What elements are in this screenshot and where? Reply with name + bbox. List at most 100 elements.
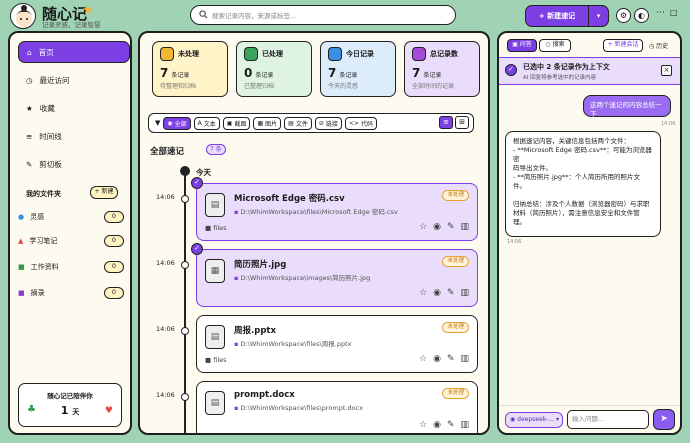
nav-home[interactable]: ⌂ 首页 [18, 41, 130, 63]
star-outline-icon[interactable]: ☆ [419, 420, 427, 430]
app-logo [10, 3, 36, 29]
chevron-down-icon: ▾ [555, 416, 559, 423]
filter-1[interactable]: A 文本 [193, 116, 220, 130]
eye-icon[interactable]: ◉ [433, 420, 441, 430]
nav-clipboard[interactable]: ✎ 剪切板 [18, 153, 130, 175]
file-icon: ▤ [205, 193, 225, 217]
new-record-label: + 新建速记 [538, 12, 576, 20]
send-button[interactable]: ➤ [653, 409, 675, 430]
eye-icon[interactable]: ◉ [433, 354, 441, 364]
record-card[interactable]: ▤ prompt.docx ▪ D:\WhimWorkspace\files\p… [196, 381, 478, 433]
edit-icon[interactable]: ✎ [447, 222, 455, 232]
ai-message-line [513, 191, 653, 200]
record-card[interactable]: ▤ Microsoft Edge 密码.csv ▪ D:\WhimWorkspa… [196, 183, 478, 241]
stat-subtitle: 待整理和归档 [160, 83, 197, 90]
filter-label: 文件 [295, 120, 308, 128]
chat-input[interactable]: 输入问题... [567, 410, 649, 429]
sidebar: ⌂ 首页 ◷ 最近访问 ★ 收藏 ≡ 时间线 ✎ 剪切板 我的文件夹 + 新建 ● 灵感 0 … [8, 31, 132, 435]
eye-icon[interactable]: ◉ [433, 288, 441, 298]
save-icon: ■ [18, 289, 25, 297]
stat-title: 未处理 [178, 50, 199, 58]
trash-icon[interactable]: ▥ [460, 288, 469, 298]
status-badge: 未处理 [442, 190, 469, 201]
selected-check-icon[interactable]: ✓ [191, 177, 203, 189]
trash-icon[interactable]: ▥ [460, 222, 469, 232]
folder-inspiration[interactable]: ● 灵感 0 [18, 209, 124, 225]
folder-label: 灵感 [30, 213, 45, 221]
filter-5[interactable]: ⊘ 链接 [314, 116, 342, 130]
tab-ask[interactable]: ▣ 问答 [507, 39, 537, 52]
stat-icon [412, 47, 426, 61]
filter-3[interactable]: ▦ 图片 [253, 116, 282, 130]
stat-subtitle: 已整理归档 [244, 83, 275, 90]
record-time: 14:06 [156, 325, 175, 333]
nav-favorites[interactable]: ★ 收藏 [18, 97, 130, 119]
maximize-icon[interactable]: □ [670, 8, 678, 17]
record-name: 简历照片.jpg [234, 260, 287, 270]
folder-excerpt[interactable]: ■ 摘录 0 [18, 285, 124, 301]
edit-icon[interactable]: ✎ [447, 420, 455, 430]
image-icon: ▦ [257, 119, 264, 127]
status-badge: 未处理 [442, 388, 469, 399]
folder-work[interactable]: ■ 工作资料 0 [18, 259, 124, 275]
stat-card[interactable]: 今日记录 7 条记录 今天的灵感 [320, 41, 396, 97]
star-icon: ★ [82, 3, 94, 18]
chevron-down-icon[interactable]: ▾ [588, 6, 608, 26]
filter-icon: ▼ [155, 119, 161, 127]
filter-label: 链接 [325, 120, 338, 128]
record-card[interactable]: ▤ 周报.pptx ▪ D:\WhimWorkspace\files\周报.pp… [196, 315, 478, 373]
eye-icon[interactable]: ◉ [433, 222, 441, 232]
close-icon[interactable]: × [661, 65, 672, 76]
record-time: 14:06 [156, 259, 175, 267]
folders-title: 我的文件夹 [26, 190, 61, 198]
nav-recent[interactable]: ◷ 最近访问 [18, 69, 130, 91]
edit-icon[interactable]: ✎ [447, 288, 455, 298]
theme-toggle-icon[interactable]: ◐ [634, 8, 649, 23]
folder-label: 工作资料 [30, 263, 59, 271]
trash-icon[interactable]: ▥ [460, 354, 469, 364]
record-name: prompt.docx [234, 390, 295, 400]
stat-card[interactable]: 总记录数 7 条记录 全部时间的记录 [404, 41, 480, 97]
grid-view-icon[interactable]: ⊞ [455, 116, 469, 129]
more-icon[interactable]: ⋯ [656, 8, 665, 18]
stat-title: 总记录数 [430, 50, 458, 58]
record-path: ▪ D:\WhimWorkspace\files\prompt.docx [234, 404, 363, 412]
selected-check-icon[interactable]: ✓ [191, 243, 203, 255]
app-subtitle: 记录灵感，记录智慧 [42, 21, 101, 29]
record-time: 14:06 [156, 391, 175, 399]
record-path: ▪ D:\WhimWorkspace\files\周报.pptx [234, 340, 352, 348]
folder-count: 0 [104, 211, 124, 223]
filter-4[interactable]: ▤ 文件 [284, 116, 312, 130]
edit-icon[interactable]: ✎ [447, 354, 455, 364]
model-select[interactable]: ◉ deepseek-... ▾ [505, 412, 563, 428]
trash-icon[interactable]: ▥ [460, 420, 469, 430]
history-button[interactable]: ◷ 历史 [649, 41, 668, 50]
filter-6[interactable]: <> 代码 [344, 116, 377, 130]
stat-card[interactable]: 未处理 7 条记录 待整理和归档 [152, 41, 228, 97]
tab-search[interactable]: ○ 搜索 [539, 39, 571, 52]
timeline-dot [181, 327, 189, 335]
folder-study[interactable]: ▲ 学习笔记 0 [18, 233, 124, 249]
search-input[interactable]: 搜索记录内容，来源或标签... [190, 5, 456, 25]
filter-2[interactable]: ▣ 截图 [222, 116, 251, 130]
record-tag[interactable]: ■ files [205, 356, 227, 364]
ai-message-line: - **简历照片.jpg**：个人简历所用的照片文件。 [513, 173, 641, 190]
timeline-icon: ≡ [26, 131, 33, 141]
nav-label: 首页 [38, 47, 54, 57]
star-outline-icon[interactable]: ☆ [419, 354, 427, 364]
settings-icon[interactable]: ⚙ [616, 8, 631, 23]
new-chat-button[interactable]: + 新建会话 [603, 39, 643, 52]
list-view-icon[interactable]: ≡ [439, 116, 453, 129]
filter-0[interactable]: ◉ 全部 [163, 116, 191, 130]
record-card[interactable]: ▦ 简历照片.jpg ▪ D:\WhimWorkspace\images\简历照… [196, 249, 478, 307]
record-actions: ☆ ◉ ✎ ▥ [419, 420, 469, 430]
new-folder-button[interactable]: + 新建 [90, 186, 118, 199]
home-icon: ⌂ [27, 47, 32, 57]
stat-card[interactable]: 已处理 0 条记录 已整理归档 [236, 41, 312, 97]
nav-timeline[interactable]: ≡ 时间线 [18, 125, 130, 147]
new-record-button[interactable]: + 新建速记 ▾ [525, 5, 609, 27]
record-tag[interactable]: ■ files [205, 224, 227, 232]
star-outline-icon[interactable]: ☆ [419, 222, 427, 232]
timeline-today-dot [180, 166, 190, 176]
star-outline-icon[interactable]: ☆ [419, 288, 427, 298]
